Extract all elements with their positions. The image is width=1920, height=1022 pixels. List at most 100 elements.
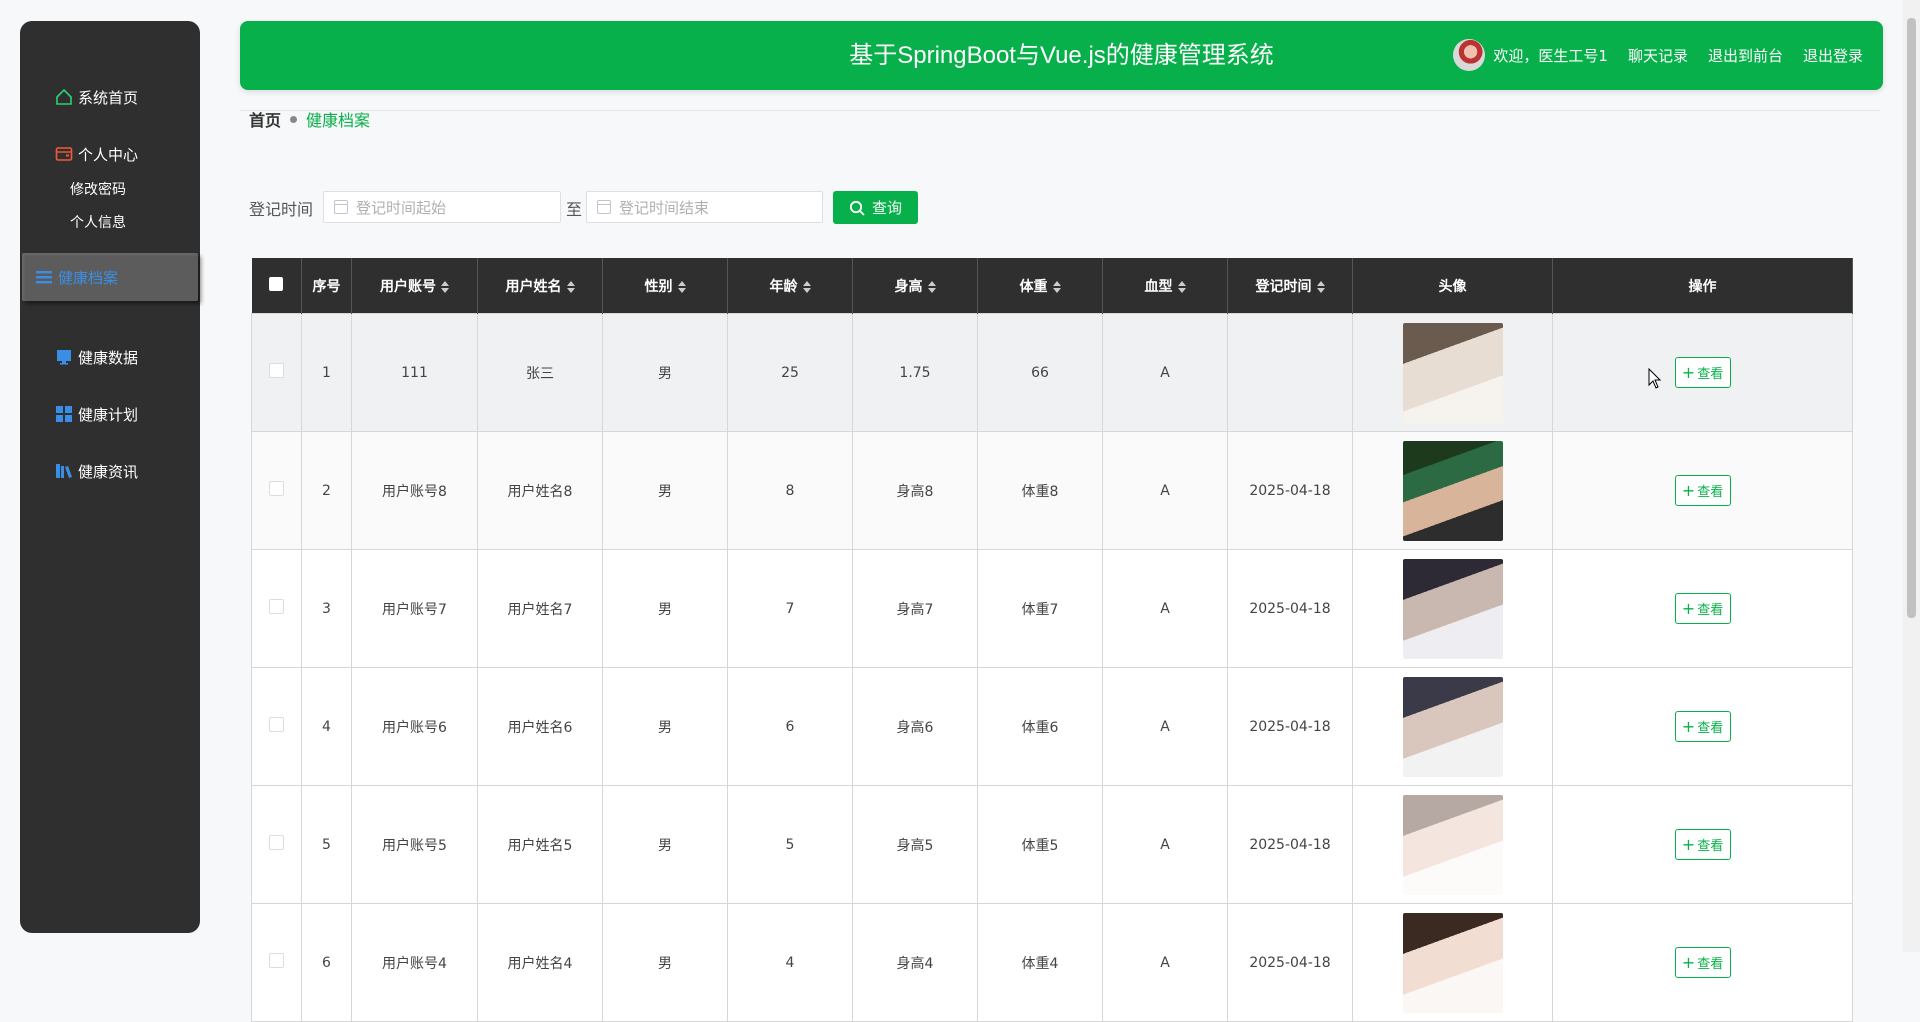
user-photo[interactable] <box>1402 440 1503 541</box>
menu-health-plan-label: 健康计划 <box>78 405 139 424</box>
user-photo[interactable] <box>1402 322 1503 423</box>
cell-blood: A <box>1102 785 1228 904</box>
grid-icon <box>54 404 74 424</box>
home-icon <box>54 87 74 107</box>
col-weight[interactable]: 体重 <box>977 258 1103 314</box>
cell-height: 身高8 <box>852 431 978 550</box>
cell-blood: A <box>1102 431 1228 550</box>
row-checkbox[interactable] <box>269 835 284 850</box>
avatar[interactable] <box>1453 39 1486 71</box>
col-height[interactable]: 身高 <box>852 258 978 314</box>
cell-weight: 体重6 <box>977 667 1103 786</box>
table-row: 4 用户账号6 用户姓名6 男 6 身高6 体重6 A 2025-04-18 + 查看 <box>251 667 1853 786</box>
cell-index: 3 <box>301 549 352 668</box>
table-row: 2 用户账号8 用户姓名8 男 8 身高8 体重8 A 2025-04-18 + 查看 <box>251 431 1853 550</box>
plus-icon: + <box>1681 952 1696 972</box>
col-date[interactable]: 登记时间 <box>1227 258 1353 314</box>
col-name[interactable]: 用户姓名 <box>477 258 603 314</box>
query-button[interactable]: 查询 <box>833 191 918 224</box>
cell-age: 4 <box>727 903 853 1022</box>
cell-ops: + 查看 <box>1552 431 1853 550</box>
menu-health-records[interactable]: 健康档案 <box>22 253 198 301</box>
cell-avatar <box>1352 549 1553 668</box>
view-button[interactable]: + 查看 <box>1674 475 1731 506</box>
col-account-label: 用户账号 <box>380 278 436 295</box>
cell-ops: + 查看 <box>1552 667 1853 786</box>
calendar-icon <box>334 200 348 214</box>
view-button-label: 查看 <box>1697 603 1724 618</box>
submenu-change-password[interactable]: 修改密码 <box>70 179 126 199</box>
cell-age: 25 <box>727 313 853 432</box>
cell-date: 2025-04-18 <box>1227 903 1353 1022</box>
cell-index: 4 <box>301 667 352 786</box>
row-select-cell <box>251 431 302 550</box>
col-avatar: 头像 <box>1352 258 1553 314</box>
cell-account: 用户账号8 <box>351 431 478 550</box>
col-ops: 操作 <box>1552 258 1853 314</box>
row-checkbox[interactable] <box>269 481 284 496</box>
select-all-checkbox[interactable] <box>269 276 284 291</box>
col-weight-label: 体重 <box>1019 278 1048 295</box>
cell-ops: + 查看 <box>1552 549 1853 668</box>
sort-icon <box>802 280 811 293</box>
col-account[interactable]: 用户账号 <box>351 258 478 314</box>
divider <box>240 110 1880 111</box>
menu-health-news[interactable]: 健康资讯 <box>54 457 138 485</box>
menu-health-data[interactable]: 健康数据 <box>54 343 138 371</box>
list-icon <box>34 267 54 287</box>
exit-to-front-link[interactable]: 退出到前台 <box>1708 45 1783 66</box>
start-date-input[interactable]: 登记时间起始 <box>323 191 561 223</box>
col-gender[interactable]: 性别 <box>602 258 728 314</box>
end-date-input[interactable]: 登记时间结束 <box>586 191 823 223</box>
plus-icon: + <box>1681 834 1696 854</box>
menu-health-data-label: 健康数据 <box>78 348 139 367</box>
user-photo[interactable] <box>1402 676 1503 777</box>
row-select-cell <box>251 313 302 432</box>
menu-health-records-inner: 健康档案 <box>34 263 118 291</box>
row-select-cell <box>251 667 302 786</box>
view-button[interactable]: + 查看 <box>1674 711 1731 742</box>
cell-height: 1.75 <box>852 313 978 432</box>
col-name-label: 用户姓名 <box>505 278 562 295</box>
chat-records-link[interactable]: 聊天记录 <box>1628 45 1688 66</box>
cell-blood: A <box>1102 903 1228 1022</box>
plus-icon: + <box>1681 716 1696 736</box>
menu-health-plan[interactable]: 健康计划 <box>54 400 138 428</box>
col-index: 序号 <box>301 258 352 314</box>
cell-height: 身高6 <box>852 667 978 786</box>
cell-weight: 体重5 <box>977 785 1103 904</box>
cell-avatar <box>1352 785 1553 904</box>
user-photo[interactable] <box>1402 912 1503 1013</box>
cell-index: 1 <box>301 313 352 432</box>
calendar-icon <box>597 200 611 214</box>
scrollbar-thumb[interactable] <box>1907 18 1916 618</box>
view-button-label: 查看 <box>1697 839 1724 854</box>
user-photo[interactable] <box>1402 794 1503 895</box>
view-button[interactable]: + 查看 <box>1674 829 1731 860</box>
col-date-label: 登记时间 <box>1255 278 1312 295</box>
top-header: 基于SpringBoot与Vue.js的健康管理系统 欢迎，医生工号1 聊天记录… <box>240 21 1883 90</box>
page-scrollbar[interactable] <box>1903 0 1920 952</box>
view-button[interactable]: + 查看 <box>1674 357 1731 388</box>
col-age[interactable]: 年龄 <box>727 258 853 314</box>
col-height-label: 身高 <box>894 278 923 295</box>
cell-ops: + 查看 <box>1552 785 1853 904</box>
breadcrumb-home[interactable]: 首页 <box>249 107 281 131</box>
wallet-icon <box>54 144 74 164</box>
logout-link[interactable]: 退出登录 <box>1803 45 1863 66</box>
menu-personal[interactable]: 个人中心 <box>54 140 138 168</box>
row-checkbox[interactable] <box>269 363 284 378</box>
row-checkbox[interactable] <box>269 953 284 968</box>
view-button[interactable]: + 查看 <box>1674 593 1731 624</box>
cell-blood: A <box>1102 549 1228 668</box>
cell-weight: 体重8 <box>977 431 1103 550</box>
row-checkbox[interactable] <box>269 717 284 732</box>
view-button-label: 查看 <box>1697 367 1724 382</box>
cell-date: 2025-04-18 <box>1227 431 1353 550</box>
row-checkbox[interactable] <box>269 599 284 614</box>
submenu-personal-info[interactable]: 个人信息 <box>70 212 126 232</box>
menu-home[interactable]: 系统首页 <box>54 83 138 111</box>
col-blood[interactable]: 血型 <box>1102 258 1228 314</box>
user-photo[interactable] <box>1402 558 1503 659</box>
header-user-area: 欢迎，医生工号1 聊天记录 退出到前台 退出登录 <box>1453 38 1863 72</box>
